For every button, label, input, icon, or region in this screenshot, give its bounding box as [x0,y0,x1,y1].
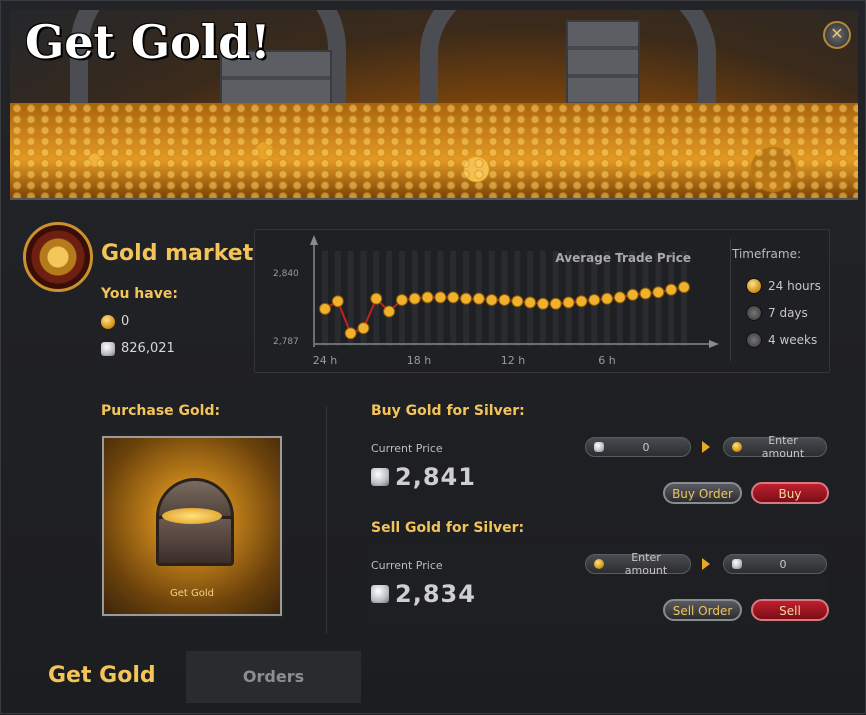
gold-coin-icon [101,314,115,329]
silver-coin-icon [101,341,115,356]
buy-silver-field[interactable]: 0 [585,437,691,457]
timeframe-option-label: 4 weeks [768,333,818,347]
chest-label: Get Gold [170,588,214,599]
silver-coin-icon [594,442,604,452]
gold-coin-icon [732,442,742,452]
get-gold-chest-button[interactable]: Get Gold [102,436,282,616]
silver-coin-icon [732,559,742,569]
close-icon[interactable]: ✕ [823,21,851,49]
timeframe-label: Timeframe: [732,247,801,261]
silver-balance-value: 826,021 [121,341,175,356]
radio-icon[interactable] [746,305,762,321]
sell-gold-amount-input[interactable]: Enter amount [585,551,691,577]
get-gold-window: Get Gold! ✕ Gold market You have: 0 826,… [0,0,866,714]
sell-section-title: Sell Gold for Silver: [371,520,525,536]
gold-coin-icon [594,559,604,569]
gold-market-emblem-icon [23,222,93,292]
gold-market-title: Gold market [101,241,254,266]
sell-amount-placeholder: Enter amount [624,551,668,577]
buy-price-value: 2,841 [395,463,476,491]
tab-get-gold[interactable]: Get Gold [48,663,156,688]
timeframe-option-label: 24 hours [768,279,821,293]
sell-silver-field[interactable]: 0 [723,554,827,574]
timeframe-divider [730,239,731,361]
silver-balance: 826,021 [101,341,175,356]
timeframe-24-hours[interactable]: 24 hours [746,278,821,294]
sell-price-value: 2,834 [395,580,476,608]
buy-gold-amount-input[interactable]: Enter amount [723,434,827,460]
buy-order-button[interactable]: Buy Order [663,482,742,504]
buy-section-title: Buy Gold for Silver: [371,403,525,419]
buy-silver-value: 0 [642,440,650,454]
buy-amount-placeholder: Enter amount [761,434,805,460]
gold-balance: 0 [101,314,129,329]
sell-silver-value: 0 [779,557,787,571]
silver-coin-icon [371,468,389,486]
gold-balance-value: 0 [121,314,130,329]
sell-current-price-label: Current Price [371,559,443,572]
buy-current-price-label: Current Price [371,442,443,455]
tab-orders[interactable]: Orders [186,651,361,703]
gold-coin-texture [10,103,858,198]
timeframe-option-label: 7 days [768,306,808,320]
sell-current-price: 2,834 [371,580,476,608]
buy-current-price: 2,841 [371,463,476,491]
timeframe-4-weeks[interactable]: 4 weeks [746,332,817,348]
arrow-right-icon [702,441,710,453]
chest-gold-icon [162,508,222,524]
silver-coin-icon [371,585,389,603]
purchase-gold-label: Purchase Gold: [101,403,221,419]
section-divider [326,406,327,634]
radio-icon[interactable] [746,332,762,348]
radio-selected-icon[interactable] [746,278,762,294]
timeframe-7-days[interactable]: 7 days [746,305,808,321]
you-have-label: You have: [101,286,178,302]
sell-button[interactable]: Sell [751,599,829,621]
arrow-right-icon [702,558,710,570]
window-title: Get Gold! [25,15,271,69]
buy-button[interactable]: Buy [751,482,829,504]
sell-order-button[interactable]: Sell Order [663,599,742,621]
